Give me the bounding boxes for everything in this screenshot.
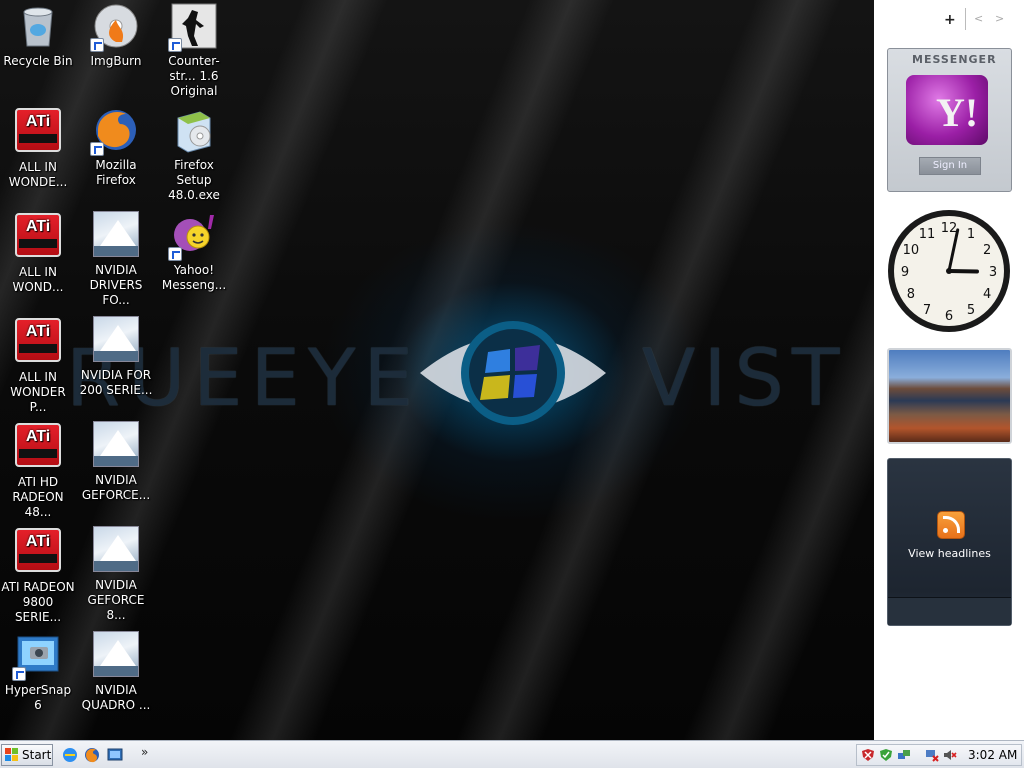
ati-radeon-9800-shortcut[interactable]: ATi ATI RADEON 9800 SERIE... <box>0 526 76 625</box>
next-page-button[interactable]: > <box>995 12 1004 25</box>
ati-all-in-wonder-shortcut[interactable]: ATi ALL IN WONDE... <box>0 106 76 190</box>
hypersnap-shortcut[interactable]: HyperSnap 6 <box>0 631 76 713</box>
internet-explorer-icon[interactable] <box>62 747 78 763</box>
nvidia-installer-icon <box>93 316 139 362</box>
clock-numeral: 1 <box>967 227 975 242</box>
imgburn-shortcut[interactable]: ImgBurn <box>78 2 154 69</box>
volume-muted-icon[interactable] <box>943 748 957 762</box>
clock-numeral: 3 <box>989 265 997 280</box>
shortcut-arrow-icon <box>90 142 104 156</box>
messenger-gadget[interactable]: MESSENGER Y! Sign In <box>887 48 1012 192</box>
nvidia-installer-icon <box>93 631 139 677</box>
add-gadget-button[interactable]: + <box>944 12 956 28</box>
recycle-bin-icon[interactable]: Recycle Bin <box>0 2 76 69</box>
shortcut-arrow-icon <box>168 38 182 52</box>
nvidia-geforce-8-shortcut[interactable]: NVIDIA GEFORCE 8... <box>78 526 154 623</box>
analog-clock: 1234567891011 12 <box>888 210 1010 332</box>
icon-label: ALL IN WONDER P... <box>10 370 66 414</box>
yahoo-logo-icon: Y! <box>906 75 988 145</box>
taskbar-clock[interactable]: 3:02 AM <box>968 747 1017 763</box>
icon-label: NVIDIA FOR 200 SERIE... <box>79 368 153 397</box>
icon-label: Yahoo! Messeng... <box>161 263 227 292</box>
ati-hd-radeon-shortcut[interactable]: ATi ATI HD RADEON 48... <box>0 421 76 520</box>
shield-icon[interactable] <box>861 748 875 762</box>
yahoo-messenger-shortcut[interactable]: Yahoo! Messeng... <box>156 211 232 293</box>
installer-package-icon <box>177 111 211 153</box>
clock-gadget[interactable]: 1 2 3 4 5 6 7 8 9 10 11 12 <box>887 208 1012 334</box>
ati-logo-text: ATi <box>25 533 51 550</box>
icon-label: Recycle Bin <box>3 54 73 68</box>
icon-label: NVIDIA GEFORCE... <box>81 473 151 502</box>
clock-numeral: 12 <box>941 221 958 236</box>
nvidia-geforce-shortcut[interactable]: NVIDIA GEFORCE... <box>78 421 154 503</box>
shortcut-arrow-icon <box>12 667 26 681</box>
icon-label: NVIDIA QUADRO ... <box>81 683 151 712</box>
icon-label: ALL IN WONDE... <box>8 160 68 189</box>
clock-hour-hand <box>947 269 979 274</box>
security-check-icon[interactable] <box>879 748 893 762</box>
feed-headlines-gadget[interactable]: View headlines <box>887 458 1012 626</box>
clock-numeral: 9 <box>901 265 909 280</box>
start-label: Start <box>22 748 52 762</box>
ati-all-in-wond-shortcut[interactable]: ATi ALL IN WOND... <box>0 211 76 295</box>
icon-label: ImgBurn <box>90 54 142 68</box>
nvidia-drivers-shortcut[interactable]: NVIDIA DRIVERS FO... <box>78 211 154 308</box>
icon-label: NVIDIA GEFORCE 8... <box>87 578 145 622</box>
slideshow-gadget[interactable] <box>887 348 1012 444</box>
wallpaper-eye-logo <box>420 321 606 425</box>
rss-icon <box>937 511 965 539</box>
clock-numeral: 6 <box>945 309 953 324</box>
icon-label: Mozilla Firefox <box>95 158 137 187</box>
taskbar: Start » 3:02 AM <box>0 740 1024 768</box>
clock-numeral: 7 <box>923 303 931 318</box>
desktop[interactable]: RUEEYE VIST Recycle Bin ATi ALL IN WONDE… <box>0 0 874 740</box>
feed-gadget-footer <box>888 597 1011 625</box>
icon-label: ALL IN WOND... <box>12 265 64 294</box>
mozilla-firefox-shortcut[interactable]: Mozilla Firefox <box>78 106 154 188</box>
clock-numeral: 8 <box>907 287 915 302</box>
nvidia-installer-icon <box>93 526 139 572</box>
messenger-title: MESSENGER <box>912 53 997 66</box>
icon-label: ATI HD RADEON 48... <box>12 475 64 519</box>
nvidia-for-200-series-shortcut[interactable]: NVIDIA FOR 200 SERIE... <box>78 316 154 398</box>
nvidia-installer-icon <box>93 211 139 257</box>
clock-numeral: 11 <box>919 227 936 242</box>
show-desktop-icon[interactable] <box>107 747 123 763</box>
sign-in-button[interactable]: Sign In <box>919 157 981 175</box>
icon-label: ATI RADEON 9800 SERIE... <box>1 580 75 624</box>
shortcut-arrow-icon <box>168 247 182 261</box>
icon-label: Counter-str... 1.6 Original <box>168 54 220 98</box>
recycle-bin-icon <box>23 7 53 47</box>
previous-page-button[interactable]: < <box>974 12 983 25</box>
counter-strike-shortcut[interactable]: Counter-str... 1.6 Original <box>156 2 232 99</box>
start-button[interactable]: Start <box>1 744 53 766</box>
nvidia-installer-icon <box>93 421 139 467</box>
windows-sidebar: + < > MESSENGER Y! Sign In 1 2 3 4 5 6 7 8 9 10 11… <box>874 0 1024 740</box>
nvidia-quadro-shortcut[interactable]: NVIDIA QUADRO ... <box>78 631 154 713</box>
ati-logo-text: ATi <box>25 113 51 130</box>
network-disconnected-icon[interactable] <box>925 748 939 762</box>
yahoo-logo-text: Y! <box>936 90 979 135</box>
shortcut-arrow-icon <box>90 38 104 52</box>
ati-logo-text: ATi <box>25 323 51 340</box>
firefox-setup-exe[interactable]: Firefox Setup 48.0.exe <box>156 106 232 203</box>
windows-flag-icon <box>5 748 18 761</box>
network-icon[interactable] <box>897 748 911 762</box>
clock-numeral: 10 <box>903 243 920 258</box>
clock-numeral: 4 <box>983 287 991 302</box>
firefox-quicklaunch-icon[interactable] <box>84 747 100 763</box>
icon-label: NVIDIA DRIVERS FO... <box>89 263 143 307</box>
ati-logo-text: ATi <box>25 428 51 445</box>
system-tray: 3:02 AM <box>856 744 1022 766</box>
view-headlines-label: View headlines <box>908 547 991 560</box>
icon-label: HyperSnap 6 <box>4 683 72 712</box>
ati-all-in-wonder-p-shortcut[interactable]: ATi ALL IN WONDER P... <box>0 316 76 415</box>
quicklaunch-overflow-chevron[interactable]: » <box>141 745 148 759</box>
clock-numeral: 5 <box>967 303 975 318</box>
sidebar-separator <box>965 8 966 30</box>
ati-logo-text: ATi <box>25 218 51 235</box>
icon-label: Firefox Setup 48.0.exe <box>168 158 220 202</box>
wallpaper-text-right: VIST <box>642 334 848 424</box>
clock-numeral: 2 <box>983 243 991 258</box>
